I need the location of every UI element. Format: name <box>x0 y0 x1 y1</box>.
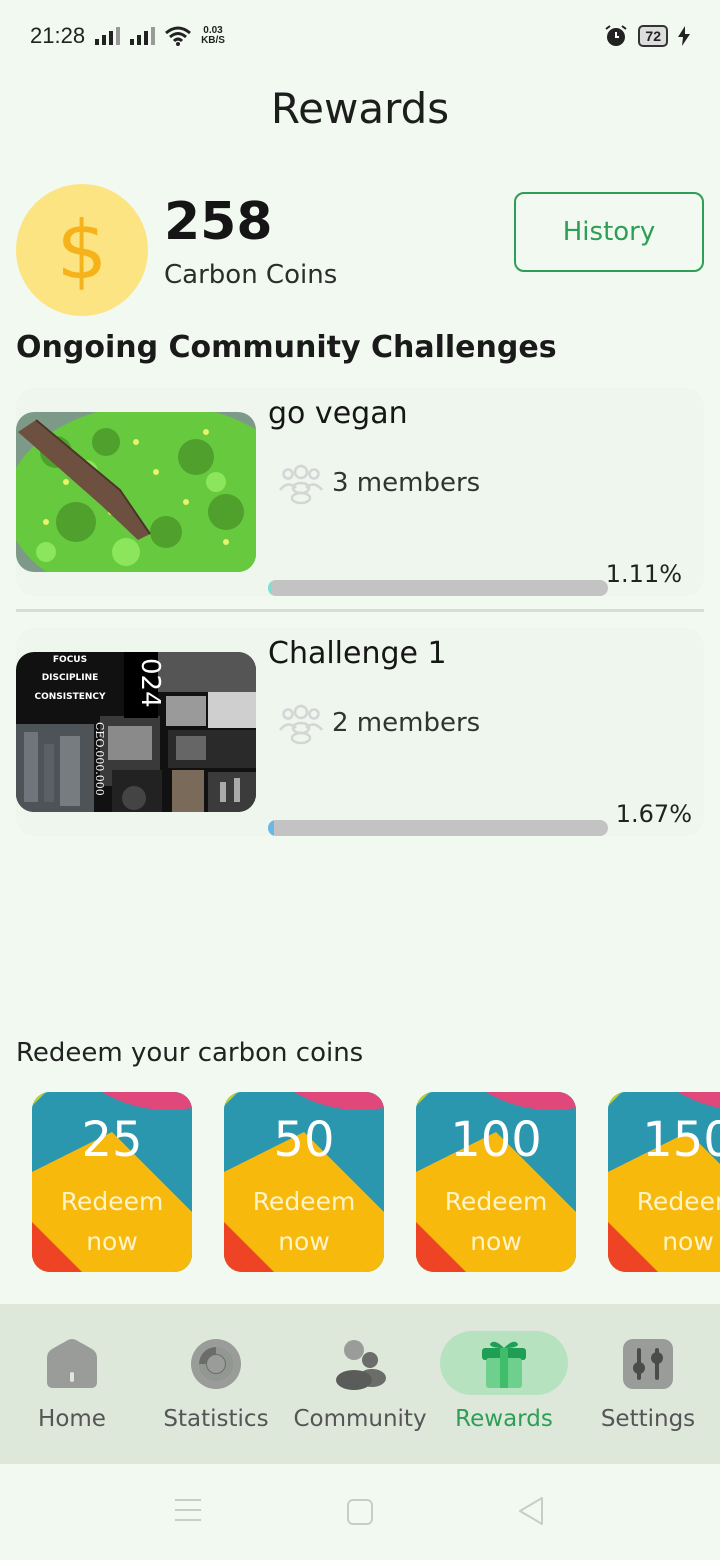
page-title: Rewards <box>270 84 450 133</box>
nav-label: Statistics <box>163 1406 269 1432</box>
nav-label: Home <box>38 1406 106 1432</box>
challenge-name: go vegan <box>268 396 408 431</box>
history-button[interactable]: History <box>514 192 704 272</box>
net-speed-unit: KB/S <box>201 35 225 46</box>
signal-icon <box>130 27 156 45</box>
progress-bar <box>268 580 608 596</box>
coin-label: Carbon Coins <box>164 260 338 290</box>
divider <box>16 609 704 612</box>
status-bar: 21:28 0.03 KB/S 72 <box>0 0 720 72</box>
challenge-card[interactable]: go vegan 3 members 1.11% <box>16 388 704 596</box>
system-nav-bar <box>0 1464 720 1560</box>
redeem-line2: now <box>86 1227 138 1256</box>
redeem-line1: Redeem <box>444 1187 548 1216</box>
redeem-list: 25 Redeem now 50 Redeem now 100 Redeem n… <box>0 1092 720 1274</box>
thumb-year: 024 <box>135 658 165 708</box>
progress-percent: 1.67% <box>615 800 692 828</box>
nav-settings[interactable]: Settings <box>576 1330 720 1450</box>
nav-home[interactable]: Home <box>0 1330 144 1450</box>
net-speed: 0.03 KB/S <box>201 26 225 46</box>
members-icon <box>279 464 323 505</box>
redeem-label: Redeem now <box>32 1182 192 1262</box>
redeem-amount: 150 <box>642 1112 720 1168</box>
status-time: 21:28 <box>30 23 86 48</box>
redeem-line2: now <box>278 1227 330 1256</box>
signal-icon <box>95 27 121 45</box>
redeem-label: Redeem now <box>224 1182 384 1262</box>
progress-fill <box>268 820 274 836</box>
redeem-line1: Redeem <box>60 1187 164 1216</box>
redeem-amount: 100 <box>450 1112 542 1168</box>
charging-icon <box>678 26 690 46</box>
battery-icon: 72 <box>638 25 668 47</box>
thumb-focus: FOCUS <box>53 655 87 665</box>
redeem-line1: Redeem <box>252 1187 356 1216</box>
members-icon <box>279 704 323 745</box>
redeem-title: Redeem your carbon coins <box>16 1038 364 1068</box>
redeem-line2: now <box>662 1227 714 1256</box>
home-square-icon[interactable] <box>346 1498 374 1526</box>
nav-community[interactable]: Community <box>288 1330 432 1450</box>
coin-count: 258 <box>164 192 273 252</box>
back-icon[interactable] <box>518 1496 544 1526</box>
thumb-ceo: CEO.000.000 <box>93 722 106 796</box>
coin-summary: $ 258 Carbon Coins History <box>16 184 704 316</box>
gift-icon <box>482 1341 526 1388</box>
sliders-icon <box>623 1339 673 1389</box>
progress-bar <box>268 820 608 836</box>
redeem-amount: 25 <box>81 1112 143 1168</box>
home-icon <box>47 1339 97 1388</box>
challenge-image <box>16 412 256 572</box>
statistics-icon <box>191 1339 241 1389</box>
nav-rewards[interactable]: Rewards <box>432 1330 576 1450</box>
redeem-card[interactable]: 50 Redeem now <box>224 1092 384 1272</box>
redeem-card[interactable]: 100 Redeem now <box>416 1092 576 1272</box>
progress-fill <box>268 580 273 596</box>
dollar-icon: $ <box>16 184 148 316</box>
community-icon <box>336 1340 386 1390</box>
thumb-discipline: DISCIPLINE <box>42 673 99 683</box>
challenges-title: Ongoing Community Challenges <box>16 330 557 365</box>
nav-label: Settings <box>600 1406 696 1432</box>
menu-icon[interactable] <box>174 1498 202 1522</box>
members-count: 3 members <box>332 468 481 498</box>
members-count: 2 members <box>332 708 481 738</box>
nav-label: Rewards <box>455 1406 553 1432</box>
wifi-icon <box>165 26 192 46</box>
redeem-label: Redeem now <box>416 1182 576 1262</box>
bottom-nav: Home Statistics Community Rewards Settin… <box>0 1304 720 1464</box>
progress-percent: 1.11% <box>605 560 682 588</box>
redeem-label: Redeem now <box>608 1182 720 1262</box>
redeem-card[interactable]: 150 Redeem now <box>608 1092 720 1272</box>
nav-label: Community <box>293 1406 427 1432</box>
challenge-card[interactable]: 024 CEO.000.000 FOCUS DISCIPLINE CONSIST… <box>16 628 704 836</box>
challenge-name: Challenge 1 <box>268 636 447 671</box>
redeem-card[interactable]: 25 Redeem now <box>32 1092 192 1272</box>
nav-statistics[interactable]: Statistics <box>144 1330 288 1450</box>
redeem-line1: Redeem <box>636 1187 720 1216</box>
thumb-consistency: CONSISTENCY <box>34 692 106 702</box>
redeem-line2: now <box>470 1227 522 1256</box>
alarm-icon <box>605 25 628 46</box>
redeem-amount: 50 <box>273 1112 335 1168</box>
challenge-image: 024 CEO.000.000 FOCUS DISCIPLINE CONSIST… <box>16 652 256 812</box>
